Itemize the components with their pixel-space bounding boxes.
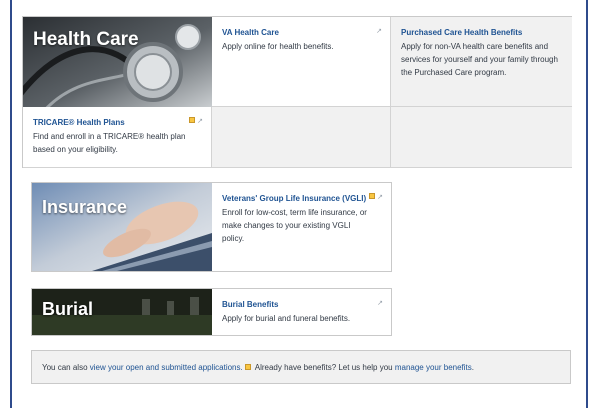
purchased-care-link[interactable]: Purchased Care Health Benefits [401,27,561,39]
external-link-icon: ↗ [377,194,383,201]
external-link-icon: ↗ [197,118,203,125]
manage-benefits-link[interactable]: manage your benefits [395,363,472,372]
va-health-care-description: Apply online for health benefits. [222,42,334,51]
notice-badge-icon [369,193,375,199]
tricare-cell[interactable]: TRICARE® Health Plans Find and enroll in… [23,107,212,168]
health-care-section: Health Care VA Health Care Apply online … [22,16,572,168]
vgli-description: Enroll for low-cost, term life insurance… [222,208,367,243]
insurance-hero-image: Insurance [32,183,212,271]
external-link-icon: ↗ [377,300,383,307]
burial-hero-image: Burial [32,289,212,335]
va-health-care-link[interactable]: VA Health Care [222,27,372,39]
burial-section: Burial Burial Benefits Apply for burial … [31,288,392,336]
notice-badge-icon [189,117,195,123]
health-care-hero-image: Health Care [23,17,212,107]
health-care-title: Health Care [33,29,139,50]
purchased-care-description: Apply for non-VA health care benefits an… [401,42,558,77]
footer-prefix: You can also [42,363,90,372]
vgli-link[interactable]: Veterans' Group Life Insurance (VGLI) [222,193,372,205]
insurance-title: Insurance [42,197,128,217]
footer-middle: Already have benefits? Let us help you [252,363,395,372]
notice-badge-icon [244,364,251,371]
external-link-icon: ↗ [376,28,382,35]
va-health-care-cell[interactable]: VA Health Care Apply online for health b… [212,17,391,107]
burial-title: Burial [42,299,94,319]
purchased-care-cell[interactable]: Purchased Care Health Benefits Apply for… [391,17,572,107]
view-applications-link[interactable]: view your open and submitted application… [90,363,243,372]
empty-cell [212,107,391,168]
insurance-section: Insurance Veterans' Group Life Insurance… [31,182,392,272]
burial-benefits-description: Apply for burial and funeral benefits. [222,314,351,323]
footer-suffix: . [471,363,475,372]
footer-notice: You can also view your open and submitte… [31,350,571,384]
tricare-description: Find and enroll in a TRICARE® health pla… [33,132,186,154]
tricare-link[interactable]: TRICARE® Health Plans [33,117,193,129]
empty-cell [391,107,572,168]
vgli-cell[interactable]: Veterans' Group Life Insurance (VGLI) En… [212,183,391,271]
burial-benefits-link[interactable]: Burial Benefits [222,299,372,311]
burial-benefits-cell[interactable]: Burial Benefits Apply for burial and fun… [212,289,391,335]
